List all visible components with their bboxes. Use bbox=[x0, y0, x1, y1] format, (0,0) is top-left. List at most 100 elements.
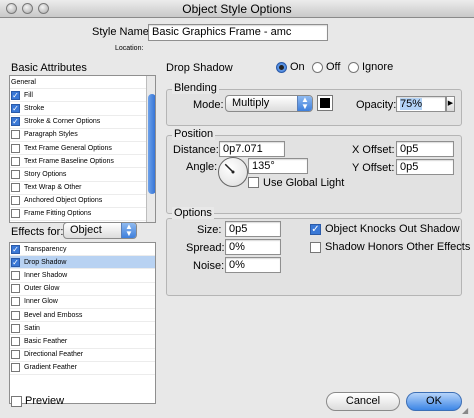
effect-label: Gradient Feather bbox=[24, 364, 77, 372]
effect-row[interactable]: Directional Feather bbox=[10, 349, 155, 362]
effect-checkbox[interactable]: ✓ bbox=[11, 257, 20, 267]
effect-label: Bevel and Emboss bbox=[24, 311, 83, 319]
basic-attribute-label: Fill bbox=[24, 91, 33, 99]
basic-attribute-row[interactable]: Text Wrap & Other bbox=[10, 182, 146, 195]
basic-attribute-label: Paragraph Styles bbox=[24, 131, 78, 139]
resize-grip-icon[interactable]: ◢ bbox=[462, 406, 472, 416]
effect-checkbox[interactable]: ✓ bbox=[11, 244, 20, 254]
effect-checkbox[interactable] bbox=[11, 310, 20, 320]
basic-attribute-checkbox[interactable] bbox=[11, 169, 20, 179]
size-input[interactable]: 0p5 bbox=[225, 221, 281, 237]
close-window-button[interactable] bbox=[6, 3, 17, 14]
window-title: Object Style Options bbox=[182, 2, 292, 16]
chevron-updown-icon: ▲ ▼ bbox=[121, 223, 136, 238]
effect-row[interactable]: Gradient Feather bbox=[10, 362, 155, 375]
cancel-button[interactable]: Cancel bbox=[326, 392, 400, 411]
basic-attribute-checkbox[interactable]: ✓ bbox=[11, 117, 20, 127]
basic-attributes-list: General ✓ Fill ✓ Stroke ✓ Stroke & Corner Opti… bbox=[9, 75, 156, 223]
basic-attribute-row[interactable]: Frame Fitting Options bbox=[10, 208, 146, 222]
mode-label: Mode: bbox=[193, 99, 224, 111]
radio-ignore[interactable] bbox=[348, 62, 359, 73]
angle-input[interactable]: 135° bbox=[248, 158, 308, 174]
distance-label: Distance: bbox=[173, 144, 219, 156]
location-label: Location: bbox=[115, 45, 144, 52]
basic-attribute-row[interactable]: ✓ Stroke & Corner Options bbox=[10, 116, 146, 129]
mode-dropdown[interactable]: Multiply ▲ ▼ bbox=[225, 95, 313, 112]
size-label: Size: bbox=[197, 224, 222, 236]
angle-dial[interactable] bbox=[218, 157, 248, 187]
style-name-input[interactable]: Basic Graphics Frame - amc bbox=[148, 24, 328, 41]
basic-attribute-checkbox[interactable] bbox=[11, 183, 20, 193]
basic-attribute-checkbox[interactable] bbox=[11, 209, 20, 219]
x-offset-input[interactable]: 0p5 bbox=[396, 141, 454, 157]
opacity-label: Opacity: bbox=[356, 99, 397, 111]
basic-attributes-title: Basic Attributes bbox=[11, 62, 87, 74]
effect-row[interactable]: Bevel and Emboss bbox=[10, 309, 155, 323]
spread-input[interactable]: 0% bbox=[225, 239, 281, 255]
basic-attribute-checkbox[interactable] bbox=[11, 130, 20, 140]
chevron-updown-icon: ▲ ▼ bbox=[297, 96, 312, 111]
global-light-checkbox[interactable] bbox=[248, 177, 259, 188]
basic-attribute-label: General bbox=[11, 78, 36, 86]
title-bar: Object Style Options bbox=[0, 0, 474, 18]
knocks-out-checkbox[interactable]: ✓ bbox=[310, 224, 321, 235]
basic-attribute-row[interactable]: Text Frame General Options bbox=[10, 142, 146, 156]
basic-attribute-row[interactable]: ✓ Fill bbox=[10, 89, 146, 103]
effect-row[interactable]: Inner Glow bbox=[10, 296, 155, 309]
radio-off[interactable] bbox=[312, 62, 323, 73]
noise-input[interactable]: 0% bbox=[225, 257, 281, 273]
basic-attributes-scrollbar[interactable] bbox=[146, 76, 155, 222]
minimize-window-button[interactable] bbox=[22, 3, 33, 14]
effect-checkbox[interactable] bbox=[11, 270, 20, 280]
basic-attribute-row[interactable]: Story Options bbox=[10, 168, 146, 182]
basic-attribute-checkbox[interactable] bbox=[11, 196, 20, 206]
y-offset-input[interactable]: 0p5 bbox=[396, 159, 454, 175]
basic-attribute-row[interactable]: Anchored Object Options bbox=[10, 195, 146, 208]
ok-button[interactable]: OK bbox=[406, 392, 462, 411]
basic-attribute-checkbox[interactable] bbox=[11, 156, 20, 166]
effect-row[interactable]: ✓ Drop Shadow bbox=[10, 256, 155, 270]
position-title: Position bbox=[172, 128, 216, 140]
radio-on-label: On bbox=[290, 61, 305, 73]
radio-on[interactable] bbox=[276, 62, 287, 73]
blending-title: Blending bbox=[172, 82, 219, 94]
basic-attribute-row[interactable]: Paragraph Styles bbox=[10, 129, 146, 142]
honors-effects-checkbox[interactable] bbox=[310, 242, 321, 253]
zoom-window-button[interactable] bbox=[38, 3, 49, 14]
preview-checkbox[interactable] bbox=[11, 396, 22, 407]
effect-checkbox[interactable] bbox=[11, 323, 20, 333]
effect-label: Outer Glow bbox=[24, 285, 60, 293]
scrollbar-thumb[interactable] bbox=[148, 94, 155, 194]
effect-row[interactable]: Basic Feather bbox=[10, 335, 155, 349]
opacity-menu-button[interactable]: ▶ bbox=[446, 96, 455, 112]
effect-checkbox[interactable] bbox=[11, 350, 20, 360]
effect-checkbox[interactable] bbox=[11, 297, 20, 307]
basic-attribute-checkbox[interactable] bbox=[11, 143, 20, 153]
shadow-color-swatch[interactable] bbox=[317, 95, 333, 111]
opacity-value: 75% bbox=[400, 98, 423, 110]
effect-checkbox[interactable] bbox=[11, 363, 20, 373]
basic-attribute-checkbox[interactable]: ✓ bbox=[11, 103, 20, 113]
effect-row[interactable]: ✓ Transparency bbox=[10, 243, 155, 257]
distance-input[interactable]: 0p7.071 bbox=[219, 141, 285, 157]
basic-attribute-label: Stroke & Corner Options bbox=[24, 118, 101, 126]
opacity-input[interactable]: 75% bbox=[396, 96, 446, 112]
basic-attribute-row[interactable]: Text Frame Baseline Options bbox=[10, 155, 146, 169]
effect-row[interactable]: Outer Glow bbox=[10, 283, 155, 296]
effect-label: Drop Shadow bbox=[24, 258, 67, 266]
effect-checkbox[interactable] bbox=[11, 336, 20, 346]
basic-attribute-checkbox[interactable]: ✓ bbox=[11, 90, 20, 100]
effects-for-dropdown[interactable]: Object ▲ ▼ bbox=[63, 222, 137, 239]
effect-row[interactable]: Satin bbox=[10, 322, 155, 336]
basic-attribute-row[interactable]: General bbox=[10, 76, 146, 90]
y-offset-label: Y Offset: bbox=[352, 162, 395, 174]
global-light-label: Use Global Light bbox=[263, 177, 345, 189]
honors-effects-label: Shadow Honors Other Effects bbox=[325, 241, 471, 253]
basic-attribute-label: Text Wrap & Other bbox=[24, 184, 82, 192]
angle-dial-needle bbox=[224, 163, 235, 174]
effect-checkbox[interactable] bbox=[11, 284, 20, 294]
effect-row[interactable]: Inner Shadow bbox=[10, 269, 155, 283]
radio-off-label: Off bbox=[326, 61, 341, 73]
basic-attribute-row[interactable]: ✓ Stroke bbox=[10, 102, 146, 116]
window-controls bbox=[6, 3, 49, 14]
